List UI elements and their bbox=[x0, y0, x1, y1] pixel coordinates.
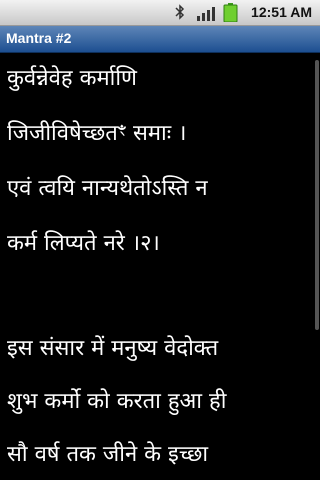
sanskrit-line: एवं त्वयि नान्यथेतोऽस्ति न bbox=[7, 176, 208, 201]
page-title: Mantra #2 bbox=[6, 30, 72, 46]
clock: 12:51 AM bbox=[251, 4, 312, 20]
sanskrit-line: जिजीविषेच्छतꣳ समाः । bbox=[7, 121, 187, 146]
bluetooth-icon bbox=[175, 4, 185, 20]
signal-icon bbox=[197, 7, 215, 21]
translation-line: शुभ कर्मो को करता हुआ ही bbox=[7, 389, 227, 414]
sanskrit-line: कर्म लिप्यते नरे ।२। bbox=[7, 231, 160, 256]
status-bar: 12:51 AM bbox=[0, 0, 320, 26]
translation-line: इस संसार में मनुष्य वेदोक्त bbox=[7, 336, 219, 361]
scrollbar[interactable] bbox=[315, 60, 319, 330]
translation-line: सौ वर्ष तक जीने के इच्छा bbox=[7, 442, 209, 467]
sanskrit-line: कुर्वन्नेवेह कर्माणि bbox=[7, 66, 137, 91]
battery-icon bbox=[223, 3, 238, 22]
title-bar: Mantra #2 bbox=[0, 26, 320, 53]
